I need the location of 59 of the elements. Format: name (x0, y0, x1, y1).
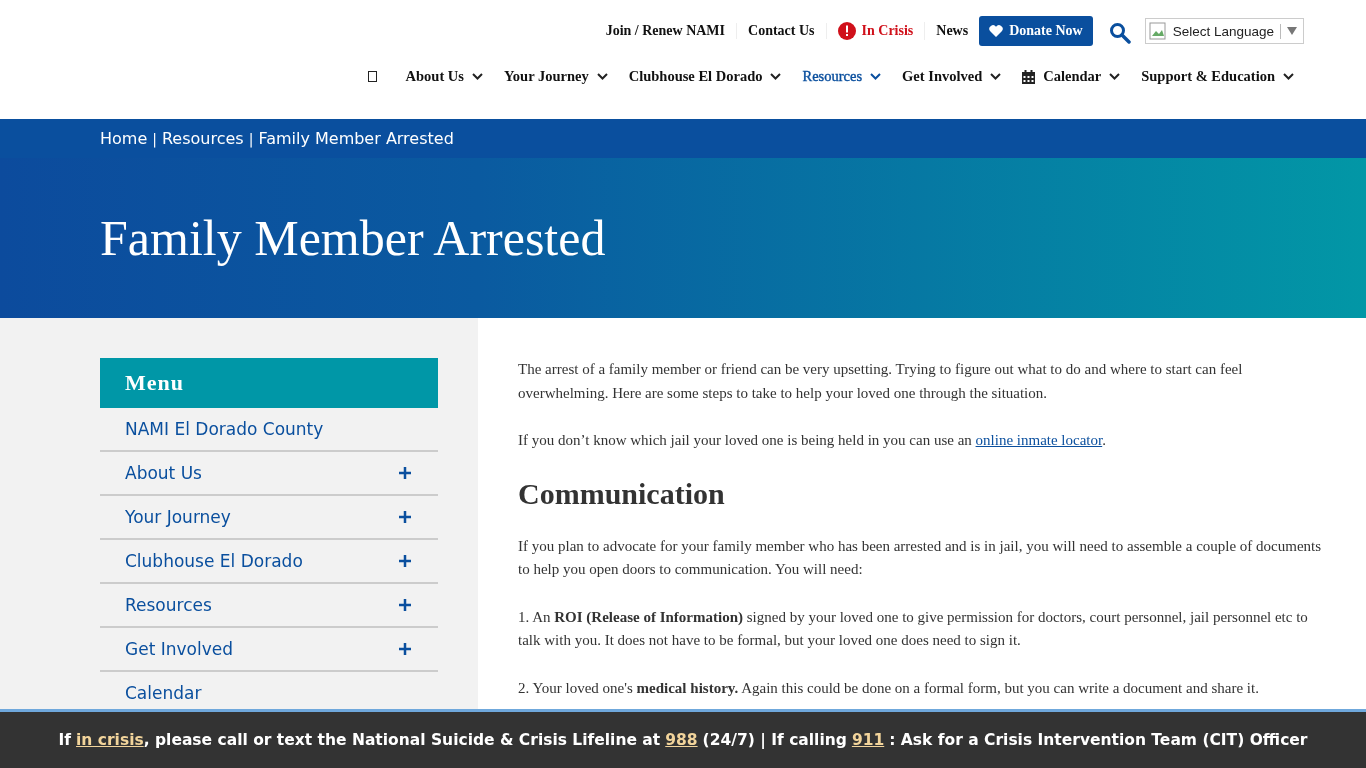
breadcrumb-link[interactable]: Family Member Arrested (258, 129, 454, 148)
chevron-down-icon (990, 73, 1002, 80)
crisis-text: , please call or text the National Suicide & Crisis Lifeline at (143, 731, 661, 749)
sidebar-item[interactable]: Get Involved (100, 628, 438, 672)
crisis-link[interactable]: 911 (851, 731, 885, 749)
crisis-text: (24/7) | If calling (702, 731, 847, 749)
plus-icon[interactable] (399, 599, 411, 611)
chevron-down-icon (596, 73, 608, 80)
chevron-down-icon (870, 73, 882, 80)
page-title: Family Member Arrested (100, 209, 606, 267)
crisis-text: : Ask for a Crisis Intervention Team (CIT) Officer (889, 731, 1308, 749)
breadcrumb-separator: | (248, 130, 254, 147)
menu-heading: Menu (100, 358, 438, 408)
sidebar-item[interactable]: Resources (100, 584, 438, 628)
search-icon[interactable] (1108, 22, 1131, 44)
donate-button[interactable]: Donate Now (979, 16, 1093, 46)
breadcrumb-separator: | (152, 130, 157, 147)
crisis-text: If (58, 731, 72, 749)
broken-image-icon (1148, 22, 1167, 40)
nav-item[interactable]: Your Journey (504, 68, 608, 85)
chevron-down-icon (1109, 73, 1121, 80)
nav-item[interactable]: Get Involved (902, 68, 1002, 85)
top-link[interactable]: Join / Renew NAMI (594, 23, 738, 39)
breadcrumb-link[interactable]: Home (100, 129, 148, 148)
plus-icon[interactable] (399, 467, 411, 479)
alert-icon (837, 22, 856, 40)
plus-icon[interactable] (399, 555, 411, 567)
sidebar-item[interactable]: NAMI El Dorado County (100, 408, 438, 452)
period: . (1102, 432, 1106, 448)
paragraph: 2. Your loved one's medical history. Again this could be done on a formal form, but you can write a document and share it. (518, 678, 1260, 698)
sidebar-item[interactable]: Clubhouse El Dorado (100, 540, 438, 584)
top-link[interactable]: Contact Us (737, 23, 827, 39)
paragraph: The arrest of a family member or friend can be very upsetting. Trying to figure out what to do and where to start can feel overwhelming. Here are some steps to take to help your loved one through the situation. (518, 360, 1244, 403)
breadcrumb-link[interactable]: Resources (161, 129, 244, 148)
nav-item[interactable]: Support & Education (1141, 68, 1294, 85)
calendar-icon (1022, 69, 1036, 84)
chevron-down-icon (1283, 73, 1294, 80)
chevron-down-icon (472, 73, 483, 80)
top-link[interactable]: News (925, 23, 980, 39)
nav-item[interactable]: Calendar (1022, 68, 1121, 85)
language-select[interactable]: Select Language (1144, 18, 1304, 44)
sidebar-item[interactable]: About Us (100, 452, 438, 496)
section-heading: Communication (518, 476, 726, 511)
nav-item[interactable]: Resources (802, 68, 882, 85)
paragraph: If you plan to advocate for your family member who has been arrested and is in jail, you will need to assemble a couple of documents to help you open doors to communication. You will need: (518, 536, 1323, 579)
crisis-link[interactable]: in crisis (76, 731, 144, 749)
paragraph: If you don’t know which jail your loved one is being held in you can use an (518, 432, 972, 448)
sidebar-item[interactable]: Your Journey (100, 496, 438, 540)
crisis-link[interactable]: In Crisis (826, 22, 926, 40)
crisis-link[interactable]: 988 (665, 731, 698, 749)
plus-icon[interactable] (399, 643, 411, 655)
paragraph: 1. An ROI (Release of Information) signed by your loved one to give permission for doctors, court personnel, jail personnel etc to talk with you. It does not have to be formal, but your loved one does need to sign it. (518, 607, 1309, 650)
plus-icon[interactable] (399, 511, 411, 523)
chevron-down-icon (770, 73, 782, 80)
nav-item[interactable]: Clubhouse El Dorado (628, 68, 782, 85)
caret-icon (1287, 27, 1297, 35)
missing-glyph-icon[interactable] (367, 71, 377, 82)
heart-icon (989, 25, 1004, 37)
nav-item[interactable]: About Us (405, 68, 483, 85)
